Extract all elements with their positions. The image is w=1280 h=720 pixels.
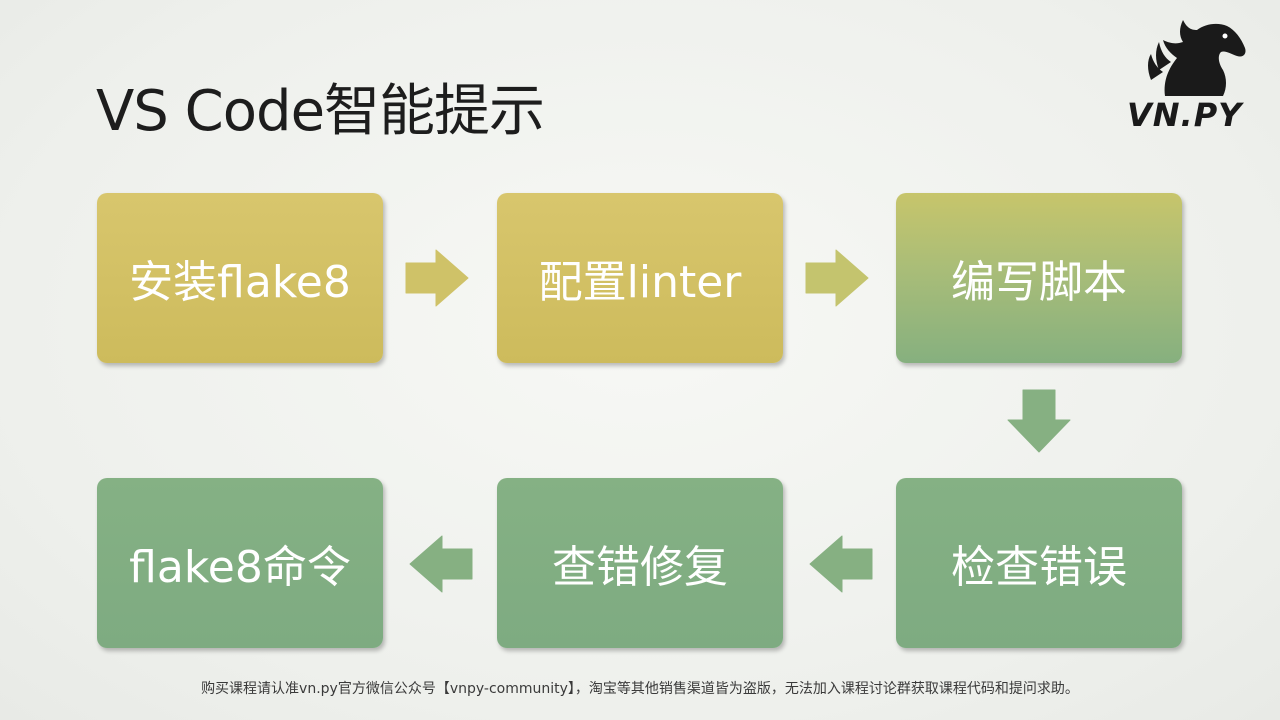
step-label: 编写脚本	[951, 257, 1127, 308]
logo-text: VN.PY	[1127, 96, 1243, 134]
slide: VS Code智能提示 VN.PY 安装flake8 配置linter 编写脚本…	[0, 0, 1280, 720]
footer-notice: 购买课程请认准vn.py官方微信公众号【vnpy-community】，淘宝等其…	[201, 681, 1079, 697]
arrow-right-icon	[805, 249, 869, 307]
step-label: 查错修复	[552, 542, 728, 593]
step-label: 配置linter	[538, 257, 742, 308]
step-check-errors: 检查错误	[896, 478, 1182, 648]
arrow-down-icon	[1007, 389, 1071, 453]
horse-head-icon	[1148, 20, 1246, 96]
step-write-script: 编写脚本	[896, 193, 1182, 363]
vnpy-logo: VN.PY	[1125, 10, 1265, 140]
step-label: 安装flake8	[129, 257, 351, 308]
step-fix-errors: 查错修复	[497, 478, 783, 648]
step-install-flake8: 安装flake8	[97, 193, 383, 363]
step-label: flake8命令	[129, 542, 351, 593]
step-flake8-command: flake8命令	[97, 478, 383, 648]
slide-title: VS Code智能提示	[96, 79, 545, 144]
arrow-right-icon	[405, 249, 469, 307]
step-label: 检查错误	[951, 542, 1127, 593]
arrow-left-icon	[409, 535, 473, 593]
step-configure-linter: 配置linter	[497, 193, 783, 363]
arrow-left-icon	[809, 535, 873, 593]
